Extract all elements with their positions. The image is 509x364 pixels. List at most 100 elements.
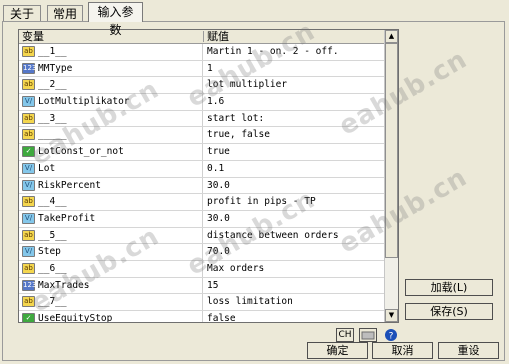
row-variable-cell: ✓ LotConst_or_not xyxy=(19,144,203,160)
table-row[interactable]: ✓ UseEquityStop false xyxy=(19,311,384,323)
reset-button[interactable]: 重设 xyxy=(438,342,499,359)
row-value-cell[interactable]: lot multiplier xyxy=(207,77,287,93)
row-value-cell[interactable]: true xyxy=(207,144,230,160)
v-type-icon: V/ xyxy=(22,212,35,224)
cancel-button[interactable]: 取消 xyxy=(372,342,433,359)
ok-button[interactable]: 确定 xyxy=(307,342,368,359)
row-value-cell[interactable]: Max orders xyxy=(207,261,264,277)
tab-about[interactable]: 关于 xyxy=(3,5,41,21)
table-row[interactable]: 123 MMType 1 xyxy=(19,60,384,78)
row-variable-name: UseEquityStop xyxy=(38,313,113,323)
ab-type-icon: ab xyxy=(22,229,35,241)
row-value-cell[interactable]: 1.6 xyxy=(207,94,224,110)
v-type-icon: V/ xyxy=(22,96,35,108)
row-variable-cell: V/Step xyxy=(19,244,203,260)
ab-type-icon: ab xyxy=(22,196,35,208)
row-variable-cell: ✓ UseEquityStop xyxy=(19,311,203,323)
row-variable-name: __6__ xyxy=(38,262,67,274)
table-row[interactable]: ✓ LotConst_or_not true xyxy=(19,144,384,161)
tab-common[interactable]: 常用 xyxy=(47,5,83,21)
grid-rows: ab __1__ Martin 1 - on. 2 - off. 123 MMType 1… xyxy=(19,44,384,323)
ab-type-icon: ab xyxy=(22,112,35,124)
row-variable-cell: V/LotMultiplikator xyxy=(19,94,203,110)
scroll-up-icon[interactable]: ▲ xyxy=(385,30,398,43)
table-row[interactable]: V/RiskPercent 30.0 xyxy=(19,177,384,195)
num-type-icon: 123 xyxy=(22,279,37,291)
table-row[interactable]: ab __1__ Martin 1 - on. 2 - off. xyxy=(19,44,384,61)
bool-type-icon: ✓ xyxy=(22,146,35,158)
help-icon[interactable]: ? xyxy=(382,328,400,342)
row-variable-cell: V/RiskPercent xyxy=(19,177,203,194)
row-value-cell[interactable]: start lot: xyxy=(207,111,264,127)
row-variable-cell: ab _____ xyxy=(19,127,203,144)
row-value-cell[interactable]: 15 xyxy=(207,278,218,294)
row-value-cell[interactable]: Martin 1 - on. 2 - off. xyxy=(207,44,339,60)
ab-type-icon: ab xyxy=(22,129,35,141)
row-value-cell[interactable]: 1 xyxy=(207,61,213,77)
table-row[interactable]: V/TakeProfit 30.0 xyxy=(19,210,384,228)
header-divider xyxy=(203,31,204,42)
table-row[interactable]: ab __4__ profit in pips - TP xyxy=(19,194,384,211)
ab-type-icon: ab xyxy=(22,79,35,91)
row-variable-name: __3__ xyxy=(38,112,67,124)
tab-inputs[interactable]: 输入参数 xyxy=(88,2,143,37)
save-button[interactable]: 保存(S) xyxy=(405,303,493,320)
row-variable-cell: ab __1__ xyxy=(19,44,203,60)
bool-type-icon: ✓ xyxy=(22,313,35,322)
table-row[interactable]: ab __7__ loss limitation xyxy=(19,294,384,311)
row-variable-cell: V/Lot xyxy=(19,160,203,177)
row-value-cell[interactable]: 0.1 xyxy=(207,161,224,177)
row-variable-name: MaxTrades xyxy=(38,279,90,291)
row-value-cell[interactable]: profit in pips - TP xyxy=(207,194,316,210)
row-variable-name: MMType xyxy=(38,62,73,74)
v-type-icon: V/ xyxy=(22,179,35,191)
row-value-cell[interactable]: 30.0 xyxy=(207,211,230,227)
parameters-grid: 变量 赋值 ab __1__ Martin 1 - on. 2 - off. 123 M… xyxy=(18,29,399,323)
row-value-cell[interactable]: distance between orders xyxy=(207,228,339,244)
table-row[interactable]: V/Step 70.0 xyxy=(19,244,384,261)
table-row[interactable]: V/LotMultiplikator 1.6 xyxy=(19,94,384,111)
row-variable-cell: ab __2__ xyxy=(19,77,203,94)
header-value[interactable]: 赋值 xyxy=(207,30,229,43)
row-variable-name: __2__ xyxy=(38,79,67,91)
row-variable-name: _____ xyxy=(38,129,67,141)
table-row[interactable]: ab __2__ lot multiplier xyxy=(19,77,384,95)
table-row[interactable]: ab __6__ Max orders xyxy=(19,260,384,278)
table-row[interactable]: ab __3__ start lot: xyxy=(19,110,384,128)
scroll-down-icon[interactable]: ▼ xyxy=(385,309,398,322)
row-variable-cell: ab __7__ xyxy=(19,294,203,310)
row-variable-cell: 123 MaxTrades xyxy=(19,277,203,294)
table-row[interactable]: ab __5__ distance between orders xyxy=(19,227,384,245)
row-variable-name: __4__ xyxy=(38,196,67,208)
ab-type-icon: ab xyxy=(22,262,35,274)
v-type-icon: V/ xyxy=(22,246,35,258)
scroll-thumb[interactable] xyxy=(385,43,398,258)
grid-header: 变量 赋值 xyxy=(19,30,384,44)
row-value-cell[interactable]: false xyxy=(207,311,236,322)
table-row[interactable]: 123 MaxTrades 15 xyxy=(19,277,384,295)
load-button[interactable]: 加载(L) xyxy=(405,279,493,296)
ab-type-icon: ab xyxy=(22,296,35,308)
ab-type-icon: ab xyxy=(22,46,35,57)
row-variable-cell: ab __3__ xyxy=(19,110,203,127)
table-row[interactable]: V/Lot 0.1 xyxy=(19,160,384,178)
table-row[interactable]: ab _____ true, false xyxy=(19,127,384,145)
row-value-cell[interactable]: true, false xyxy=(207,127,270,143)
row-value-cell[interactable]: loss limitation xyxy=(207,294,293,310)
vertical-scrollbar[interactable]: ▲ ▼ xyxy=(384,30,398,322)
row-variable-name: TakeProfit xyxy=(38,212,96,224)
row-variable-name: Step xyxy=(38,246,61,258)
row-variable-name: Lot xyxy=(38,162,56,174)
row-variable-name: LotMultiplikator xyxy=(38,96,130,108)
row-value-cell[interactable]: 70.0 xyxy=(207,244,230,260)
row-value-cell[interactable]: 30.0 xyxy=(207,178,230,194)
row-variable-name: __7__ xyxy=(38,296,67,308)
keyboard-icon[interactable] xyxy=(359,328,377,342)
row-variable-name: __1__ xyxy=(38,46,67,57)
row-variable-cell: ab __6__ xyxy=(19,260,203,277)
row-variable-cell: 123 MMType xyxy=(19,60,203,77)
row-variable-cell: ab __4__ xyxy=(19,194,203,210)
tab-bar: 关于 常用 输入参数 xyxy=(0,0,509,37)
language-indicator[interactable]: CH xyxy=(336,328,354,342)
row-variable-cell: V/TakeProfit xyxy=(19,210,203,227)
